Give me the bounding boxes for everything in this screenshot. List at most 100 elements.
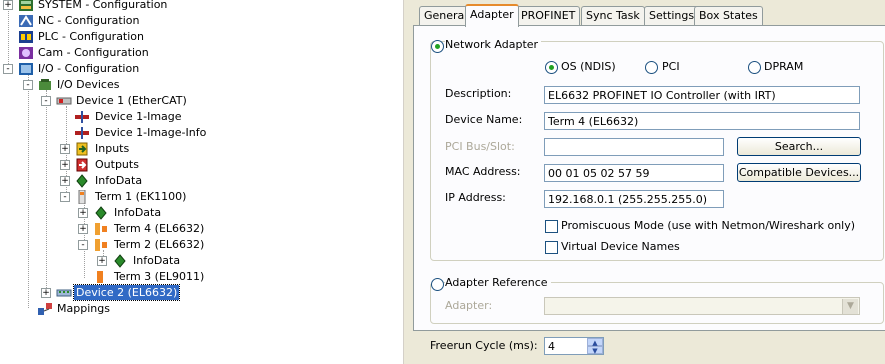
spin-up-icon[interactable]: ▲ <box>587 338 603 347</box>
tree-item-system[interactable]: + SYSTEM - Configuration <box>0 0 200 13</box>
tree-item-label: Term 4 (EL6632) <box>114 222 205 235</box>
search-button[interactable]: Search... <box>737 137 861 156</box>
freerun-spin-buttons[interactable]: ▲ ▼ <box>587 338 603 355</box>
device-name-label: Device Name: <box>445 113 523 126</box>
device-tree[interactable]: + SYSTEM - Configuration NC - Configurat… <box>0 0 403 364</box>
tree-item-term1[interactable]: - Term 1 (EK1100) <box>0 189 220 205</box>
cam-config-icon <box>19 47 33 59</box>
description-label: Description: <box>445 87 512 100</box>
tree-item-label: InfoData <box>114 206 162 219</box>
collapse-toggle[interactable]: - <box>3 64 13 74</box>
inputs-icon <box>76 142 88 156</box>
device-name-field[interactable]: Term 4 (EL6632) <box>544 112 860 130</box>
tree-item-label: Outputs <box>95 158 139 171</box>
mappings-icon <box>38 303 52 315</box>
tree-item-device1[interactable]: - Device 1 (EtherCAT) <box>0 93 220 109</box>
tree-item-label: Device 1-Image <box>95 110 182 123</box>
coupler-icon <box>78 190 86 204</box>
mac-address-field[interactable]: 00 01 05 02 57 59 <box>544 164 724 182</box>
tree-item-plc[interactable]: PLC - Configuration <box>0 29 200 45</box>
chevron-down-icon[interactable]: ▼ <box>842 299 858 314</box>
collapse-toggle[interactable]: - <box>78 240 88 250</box>
tree-item-outputs[interactable]: + Outputs <box>0 157 220 173</box>
tree-item-label: I/O - Configuration <box>38 62 140 75</box>
os-ndis-radio[interactable] <box>545 61 558 74</box>
tree-item-term3[interactable]: Term 3 (EL9011) <box>0 269 220 285</box>
description-field[interactable]: EL6632 PROFINET IO Controller (with IRT) <box>544 86 860 104</box>
tree-item-label: Term 1 (EK1100) <box>95 190 187 203</box>
tab-profinet[interactable]: PROFINET <box>516 6 581 25</box>
adapter-label: Adapter: <box>445 299 493 312</box>
tree-item-label: Inputs <box>95 142 130 155</box>
pci-label: PCI <box>662 60 680 73</box>
profinet-device-icon <box>56 289 72 297</box>
tree-item-device1-image[interactable]: Device 1-Image <box>0 109 220 125</box>
expand-toggle[interactable]: + <box>3 0 13 10</box>
tree-item-mappings[interactable]: Mappings <box>0 301 220 317</box>
infodata-icon <box>95 206 107 220</box>
tree-item-io[interactable]: - I/O - Configuration <box>0 61 200 77</box>
io-devices-icon <box>39 79 51 90</box>
ip-address-field[interactable]: 192.168.0.1 (255.255.255.0) <box>544 190 724 208</box>
mac-address-label: MAC Address: <box>445 165 521 178</box>
end-terminal-icon <box>97 271 103 283</box>
tree-item-label: Cam - Configuration <box>38 46 149 59</box>
expand-toggle[interactable]: + <box>78 224 88 234</box>
plc-config-icon <box>19 31 33 43</box>
expand-toggle[interactable]: + <box>97 256 107 266</box>
compatible-devices-button[interactable]: Compatible Devices... <box>737 163 861 182</box>
collapse-toggle[interactable]: - <box>41 96 51 106</box>
adapter-select[interactable]: ▼ <box>544 297 860 315</box>
expand-toggle[interactable]: + <box>60 176 70 186</box>
expand-toggle[interactable]: + <box>60 160 70 170</box>
tree-item-label: SYSTEM - Configuration <box>38 0 168 11</box>
tree-item-inputs[interactable]: + Inputs <box>0 141 220 157</box>
collapse-toggle[interactable]: - <box>23 80 33 90</box>
pci-bus-slot-field[interactable] <box>544 138 724 156</box>
spin-down-icon[interactable]: ▼ <box>587 346 603 355</box>
adapter-reference-radio[interactable] <box>431 278 444 291</box>
promiscuous-mode-checkbox[interactable] <box>545 220 558 233</box>
expand-toggle[interactable]: + <box>60 144 70 154</box>
tree-item-term4[interactable]: + Term 4 (EL6632) <box>0 221 220 237</box>
pci-radio[interactable] <box>645 61 658 74</box>
tree-item-term2[interactable]: - Term 2 (EL6632) <box>0 237 220 253</box>
adapter-tab-panel: Network Adapter OS (NDIS) PCI DPRAM Desc… <box>413 25 885 331</box>
tree-item-device1-image-info[interactable]: Device 1-Image-Info <box>0 125 220 141</box>
tree-item-io-devices[interactable]: - I/O Devices <box>0 77 200 93</box>
nc-config-icon <box>19 15 33 27</box>
expand-toggle[interactable]: + <box>78 208 88 218</box>
tree-item-infodata[interactable]: + InfoData <box>0 205 220 221</box>
tab-box-states[interactable]: Box States <box>694 6 763 25</box>
infodata-icon <box>114 254 126 268</box>
properties-panel: General Adapter PROFINET Sync Task Setti… <box>410 0 885 364</box>
network-adapter-label: Network Adapter <box>445 38 542 52</box>
tab-sync-task[interactable]: Sync Task <box>581 6 645 25</box>
tree-item-infodata[interactable]: + InfoData <box>0 253 220 269</box>
outputs-icon <box>76 158 88 172</box>
tree-item-label: NC - Configuration <box>38 14 140 27</box>
tree-item-label: InfoData <box>133 254 181 267</box>
collapse-toggle[interactable]: - <box>60 192 70 202</box>
tree-item-nc[interactable]: NC - Configuration <box>0 13 200 29</box>
os-ndis-label: OS (NDIS) <box>561 60 616 73</box>
expand-toggle[interactable]: + <box>41 288 51 298</box>
tab-settings[interactable]: Settings <box>644 6 700 25</box>
tree-item-label: I/O Devices <box>57 78 120 91</box>
tree-item-cam[interactable]: Cam - Configuration <box>0 45 200 61</box>
tree-item-label: PLC - Configuration <box>38 30 145 43</box>
ip-address-label: IP Address: <box>445 191 506 204</box>
dpram-radio[interactable] <box>748 61 761 74</box>
terminal-icon <box>95 223 107 235</box>
promiscuous-mode-label: Promiscuous Mode (use with Netmon/Wiresh… <box>561 219 856 232</box>
tab-adapter[interactable]: Adapter <box>465 4 519 27</box>
tree-item-device2[interactable]: + Device 2 (EL6632) <box>0 284 220 301</box>
tree-item-label: Device 1 (EtherCAT) <box>76 94 187 107</box>
virtual-device-names-checkbox[interactable] <box>545 241 558 254</box>
tree-item-infodata[interactable]: + InfoData <box>0 173 220 189</box>
tree-item-label: InfoData <box>95 174 143 187</box>
tree-item-label: Device 2 (EL6632) <box>72 284 181 301</box>
tree-item-label: Term 2 (EL6632) <box>114 238 205 251</box>
network-adapter-radio[interactable] <box>431 40 444 53</box>
io-config-icon <box>19 63 33 75</box>
